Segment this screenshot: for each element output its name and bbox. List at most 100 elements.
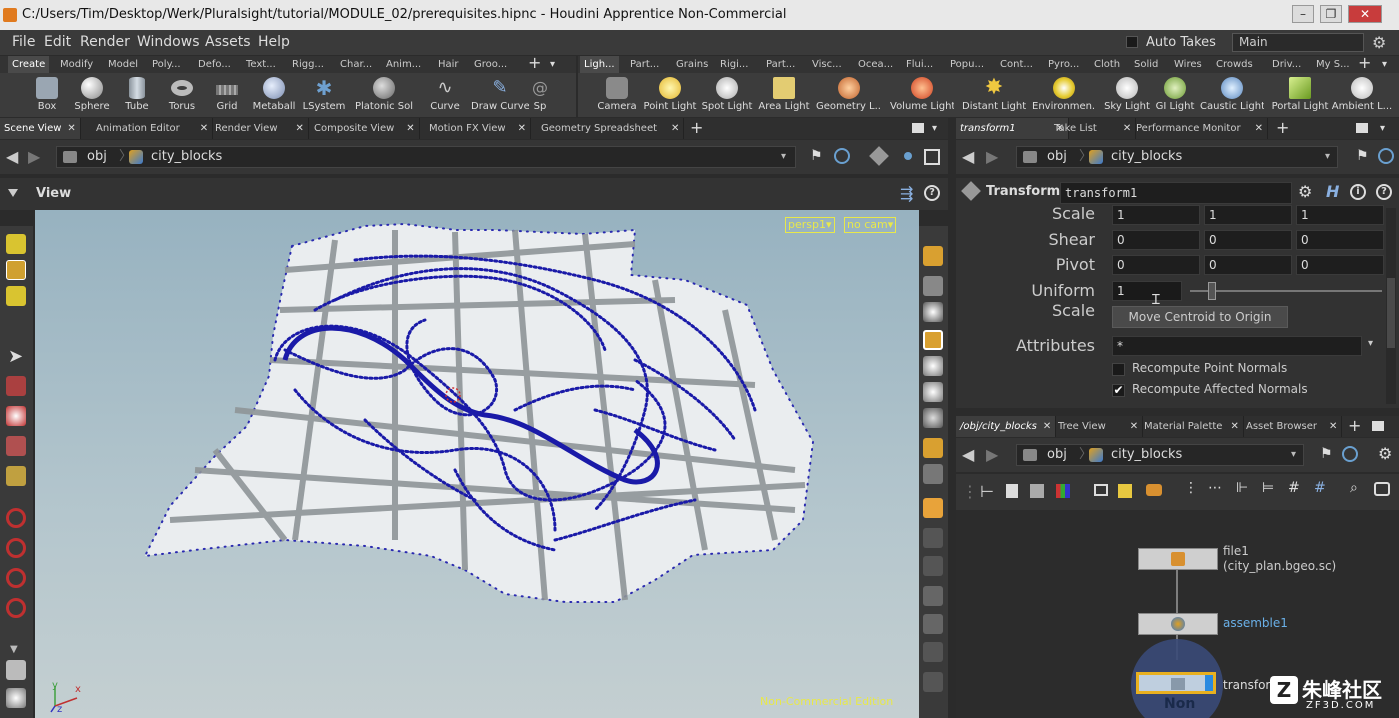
tree-icon[interactable]: ⊢: [980, 482, 994, 501]
menu-edit[interactable]: Edit: [44, 30, 71, 55]
attributes-dropdown-icon[interactable]: ▾: [1368, 338, 1373, 349]
shelf-tab-lights[interactable]: Ligh...: [580, 56, 619, 73]
menu-file[interactable]: File: [12, 30, 35, 55]
shelf-tab-container[interactable]: Cont...: [996, 56, 1037, 73]
desktop-menu-icon[interactable]: ⚙: [1372, 30, 1386, 55]
shelf-tab-animation[interactable]: Anim...: [382, 56, 425, 73]
add-shelf-right-icon[interactable]: +: [1358, 54, 1371, 71]
close-icon[interactable]: ✕: [200, 123, 208, 134]
tool-portal-light[interactable]: Portal Light: [1268, 73, 1332, 117]
tab-animation-editor[interactable]: Animation Editor ✕: [92, 118, 214, 139]
close-icon[interactable]: ✕: [1130, 421, 1138, 432]
pane-menu-icon[interactable]: ▾: [1380, 118, 1385, 139]
add-tab-icon[interactable]: +: [1348, 415, 1361, 436]
list-icon[interactable]: [1006, 484, 1018, 498]
link-icon[interactable]: [1342, 446, 1358, 462]
measure-icon[interactable]: [923, 642, 943, 662]
template-icon[interactable]: [923, 438, 943, 458]
lock-icon[interactable]: [923, 276, 943, 296]
shelf-tab-viscous[interactable]: Visc...: [808, 56, 846, 73]
subnet-icon[interactable]: [1146, 484, 1162, 496]
tool-gi-light[interactable]: GI Light: [1146, 73, 1204, 117]
menu-assets[interactable]: Assets: [205, 30, 251, 55]
add-tab-icon[interactable]: +: [1276, 117, 1289, 138]
info-icon[interactable]: i: [1350, 184, 1366, 200]
maximize-pane-icon[interactable]: [912, 123, 924, 133]
pencil-icon[interactable]: [923, 556, 943, 576]
tab-material-palette[interactable]: Material Palette ✕: [1140, 416, 1244, 437]
shelf-tab-solid[interactable]: Solid: [1130, 56, 1162, 73]
menu-help[interactable]: Help: [258, 30, 290, 55]
tool-platonic[interactable]: Platonic Sol...: [355, 73, 413, 117]
scale-tool-icon[interactable]: [6, 436, 26, 456]
scene-path-field[interactable]: obj 〉 city_blocks ▾: [56, 146, 796, 168]
node-transform1[interactable]: [1136, 672, 1216, 694]
tool-environment-light[interactable]: Environmen...: [1032, 73, 1096, 117]
cam-select-menu[interactable]: no cam▾: [844, 217, 897, 233]
help-icon[interactable]: ?: [924, 185, 940, 201]
cube-icon[interactable]: [869, 146, 889, 166]
restore-button[interactable]: ❐: [1320, 5, 1342, 23]
back-arrow-icon[interactable]: ◀: [6, 147, 18, 166]
tab-scene-view[interactable]: Scene View ✕: [0, 118, 81, 139]
path-obj[interactable]: obj: [87, 147, 107, 167]
shelf-tab-particles[interactable]: Part...: [626, 56, 663, 73]
grid-snap-icon[interactable]: #: [1288, 480, 1300, 496]
node-file1[interactable]: [1138, 548, 1218, 570]
shelf-menu-icon[interactable]: ▾: [550, 56, 555, 73]
help-icon[interactable]: ?: [1376, 184, 1392, 200]
pose-icon[interactable]: [6, 406, 26, 426]
uniform-scale-slider[interactable]: [1190, 282, 1382, 300]
tool-point-light[interactable]: Point Light: [641, 73, 699, 117]
viewer-collapse-icon[interactable]: [8, 189, 18, 197]
gear-icon[interactable]: ⚙: [1298, 182, 1312, 201]
scrollbar-thumb[interactable]: [1387, 278, 1395, 348]
pane-menu-icon[interactable]: ▾: [932, 118, 937, 139]
sticky-note-icon[interactable]: [1118, 484, 1132, 498]
link-icon[interactable]: [1378, 148, 1394, 164]
frame-icon[interactable]: [924, 149, 940, 165]
tool-area-light[interactable]: Area Light: [755, 73, 813, 117]
pivot-y-field[interactable]: 0: [1204, 255, 1292, 275]
pivot-z-field[interactable]: 0: [1296, 255, 1384, 275]
shear-x-field[interactable]: 0: [1112, 230, 1200, 250]
shelf-tab-create[interactable]: Create: [8, 56, 50, 73]
color-palette-icon[interactable]: [1056, 484, 1070, 498]
forward-arrow-icon[interactable]: ▶: [986, 445, 998, 464]
annotate-icon[interactable]: [923, 672, 943, 692]
light-bulb-icon[interactable]: [923, 356, 943, 376]
close-icon[interactable]: ✕: [296, 123, 304, 134]
display-flag-icon[interactable]: [1205, 675, 1213, 691]
pin-icon[interactable]: ⚑: [1356, 148, 1369, 164]
network-box-icon[interactable]: [1094, 484, 1108, 496]
desktop-select[interactable]: Main: [1232, 33, 1364, 52]
scale-z-field[interactable]: 1: [1296, 205, 1384, 225]
maximize-pane-icon[interactable]: [1372, 421, 1384, 431]
select-mode-icon[interactable]: [6, 234, 26, 254]
move-centroid-button[interactable]: Move Centroid to Origin: [1112, 306, 1288, 328]
tool-camera[interactable]: Camera: [588, 73, 646, 117]
path-obj[interactable]: obj: [1047, 445, 1067, 465]
tool-spiral[interactable]: @ Sp: [525, 73, 555, 117]
forward-arrow-icon[interactable]: ▶: [28, 147, 40, 166]
path-dropdown-icon[interactable]: ▾: [1291, 445, 1296, 465]
close-icon[interactable]: ✕: [1329, 421, 1337, 432]
pin-icon[interactable]: ⚑: [810, 148, 823, 164]
shelf-tab-ocean[interactable]: Ocea...: [854, 56, 897, 73]
layout-tree-icon[interactable]: ⊨: [1262, 480, 1274, 496]
shelf-tab-cloth[interactable]: Cloth: [1090, 56, 1124, 73]
shelf-tab-rigging[interactable]: Rigg...: [288, 56, 328, 73]
headlight-icon[interactable]: [923, 382, 943, 402]
expand-icon[interactable]: ▼: [10, 644, 18, 655]
align-vertical-icon[interactable]: ⋮: [1184, 480, 1198, 496]
recompute-point-normals-checkbox[interactable]: [1112, 363, 1125, 376]
node-name-field[interactable]: transform1: [1060, 182, 1292, 204]
search-icon[interactable]: ⌕: [1350, 480, 1358, 496]
path-city-blocks[interactable]: city_blocks: [1111, 445, 1182, 465]
view-tool-icon[interactable]: [6, 466, 26, 486]
close-icon[interactable]: ✕: [518, 123, 526, 134]
shelf-tab-rigid[interactable]: Rigi...: [716, 56, 752, 73]
node-assemble1[interactable]: [1138, 613, 1218, 635]
shelf-tab-wires[interactable]: Wires: [1170, 56, 1206, 73]
gear-icon[interactable]: ⚙: [1378, 444, 1392, 463]
